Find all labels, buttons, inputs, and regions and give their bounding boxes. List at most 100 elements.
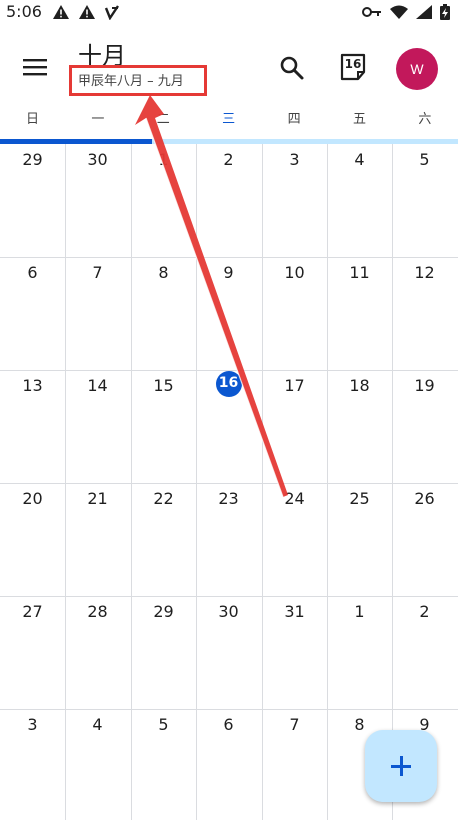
day-number: 23 [218, 489, 239, 508]
day-number: 5 [158, 715, 169, 734]
day-number: 2 [223, 150, 234, 169]
day-cell[interactable]: 4 [65, 709, 130, 822]
day-number: 22 [153, 489, 174, 508]
day-number: 30 [87, 150, 108, 169]
day-number: 31 [284, 602, 305, 621]
day-number: 9 [223, 263, 234, 282]
day-cell[interactable]: 12 [392, 257, 457, 370]
day-number: 3 [27, 715, 38, 734]
weekday-label: 一 [91, 112, 105, 127]
weekday-label: 二 [156, 112, 170, 127]
day-cell[interactable]: 16 [196, 370, 261, 483]
day-number: 25 [349, 489, 370, 508]
weekday-label: 五 [352, 112, 366, 127]
warning-icon [52, 4, 70, 20]
day-cell[interactable]: 7 [65, 257, 130, 370]
day-number: 2 [419, 602, 430, 621]
day-cell[interactable]: 30 [196, 596, 261, 709]
day-number: 29 [153, 602, 174, 621]
weekday-label: 六 [418, 112, 432, 127]
day-number: 10 [284, 263, 305, 282]
status-time: 5:06 [6, 2, 42, 21]
day-cell[interactable]: 11 [327, 257, 392, 370]
day-number: 27 [22, 602, 43, 621]
day-cell[interactable]: 29 [0, 144, 65, 257]
day-number: 17 [284, 376, 305, 395]
day-number: 6 [27, 263, 38, 282]
day-number: 24 [284, 489, 305, 508]
day-number: 4 [354, 150, 365, 169]
day-cell[interactable]: 26 [392, 483, 457, 596]
day-cell[interactable]: 29 [131, 596, 196, 709]
day-cell[interactable]: 20 [0, 483, 65, 596]
day-cell[interactable]: 18 [327, 370, 392, 483]
app-bar: 十月 甲辰年八月 – 九月 16 W [0, 24, 458, 110]
day-cell[interactable]: 10 [262, 257, 327, 370]
day-cell[interactable]: 31 [262, 596, 327, 709]
jump-to-today-button[interactable]: 16 [340, 52, 368, 82]
key-icon [362, 6, 382, 18]
day-cell[interactable]: 27 [0, 596, 65, 709]
day-cell[interactable]: 2 [392, 596, 457, 709]
day-cell[interactable]: 15 [131, 370, 196, 483]
day-cell[interactable]: 1 [327, 596, 392, 709]
day-cell[interactable]: 23 [196, 483, 261, 596]
day-number: 3 [289, 150, 300, 169]
signal-icon [416, 5, 432, 19]
day-cell[interactable]: 3 [262, 144, 327, 257]
weekday-label: 日 [25, 112, 39, 127]
day-number: 28 [87, 602, 108, 621]
day-number: 5 [419, 150, 430, 169]
day-cell[interactable]: 22 [131, 483, 196, 596]
day-cell[interactable]: 1 [131, 144, 196, 257]
weekday-label: 三 [222, 112, 236, 127]
day-number: 1 [354, 602, 365, 621]
menu-button[interactable] [20, 52, 50, 82]
day-number: 7 [289, 715, 300, 734]
day-cell[interactable]: 8 [131, 257, 196, 370]
search-button[interactable] [278, 54, 306, 82]
day-cell[interactable]: 4 [327, 144, 392, 257]
day-cell[interactable]: 14 [65, 370, 130, 483]
search-icon [278, 56, 306, 86]
day-cell[interactable]: 13 [0, 370, 65, 483]
day-number: 8 [158, 263, 169, 282]
menu-icon [20, 59, 50, 86]
day-number: 11 [349, 263, 370, 282]
day-number: 14 [87, 376, 108, 395]
day-cell[interactable]: 21 [65, 483, 130, 596]
warning-icon [78, 4, 96, 20]
day-cell[interactable]: 2 [196, 144, 261, 257]
day-cell[interactable]: 9 [196, 257, 261, 370]
day-cell[interactable]: 25 [327, 483, 392, 596]
day-number: 12 [414, 263, 435, 282]
weekday-header: 日一二三四五六 [0, 108, 458, 130]
day-number: 6 [223, 715, 234, 734]
lunar-range-label: 甲辰年八月 – 九月 [78, 74, 184, 89]
weekday-label: 四 [287, 112, 301, 127]
day-number: 30 [218, 602, 239, 621]
day-number: 1 [158, 150, 169, 169]
day-number: 29 [22, 150, 43, 169]
account-avatar[interactable]: W [396, 48, 438, 90]
status-bar: 5:06 [0, 0, 458, 24]
status-left-icons [52, 4, 120, 20]
day-cell[interactable]: 6 [196, 709, 261, 822]
day-cell[interactable]: 7 [262, 709, 327, 822]
day-number: 18 [349, 376, 370, 395]
day-cell[interactable]: 30 [65, 144, 130, 257]
day-cell[interactable]: 28 [65, 596, 130, 709]
battery-charging-icon [440, 4, 450, 20]
day-number: 15 [153, 376, 174, 395]
day-cell[interactable]: 19 [392, 370, 457, 483]
day-number: 26 [414, 489, 435, 508]
day-cell[interactable]: 5 [131, 709, 196, 822]
day-cell[interactable]: 3 [0, 709, 65, 822]
day-cell[interactable]: 24 [262, 483, 327, 596]
day-cell[interactable]: 6 [0, 257, 65, 370]
day-cell[interactable]: 17 [262, 370, 327, 483]
day-cell[interactable]: 5 [392, 144, 457, 257]
day-number: 7 [92, 263, 103, 282]
day-number: 16 [218, 375, 239, 391]
create-event-button[interactable] [365, 730, 437, 802]
